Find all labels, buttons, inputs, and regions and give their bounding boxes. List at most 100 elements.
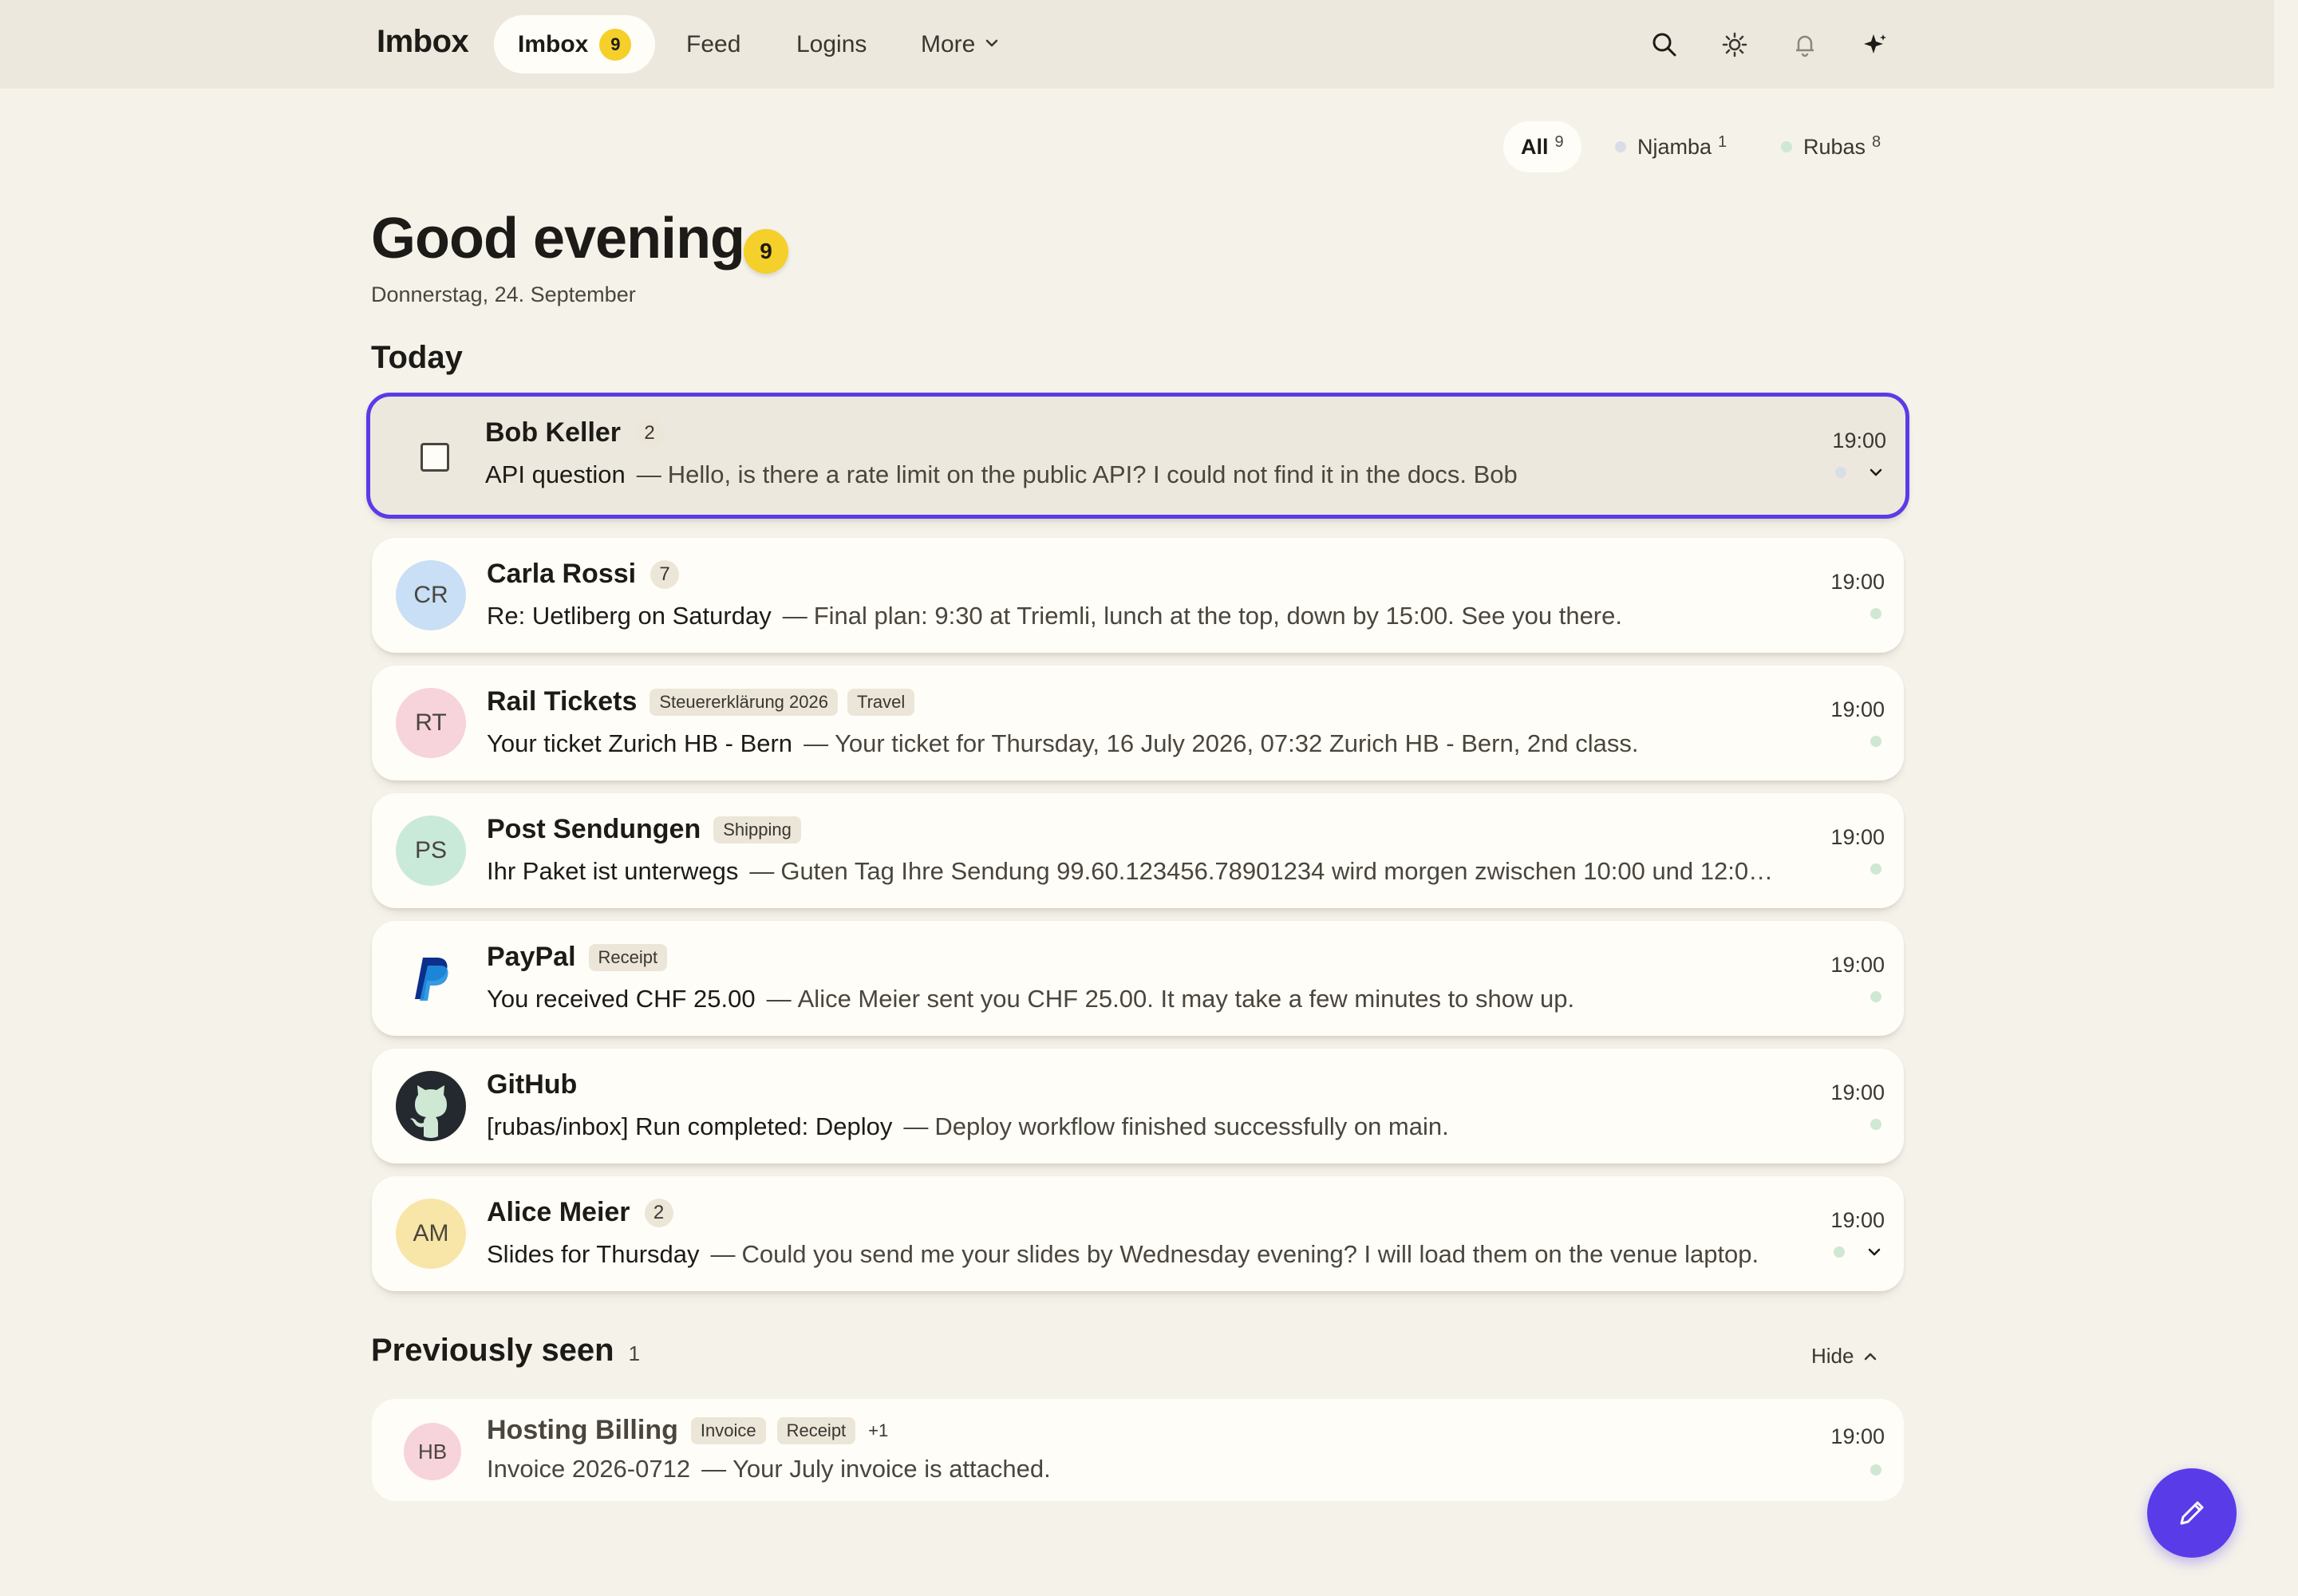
filter-all-count: 9 [1554, 132, 1564, 151]
filter-njamba-label: Njamba [1637, 134, 1712, 159]
email-snippet: Hello, is there a rate limit on the publ… [667, 460, 1518, 488]
email-snippet: Final plan: 9:30 at Triemli, lunch at th… [813, 602, 1622, 630]
email-preview: Your ticket Zurich HB - Bern — Your ticket… [487, 729, 1639, 757]
email-sender: Carla Rossi 7 [487, 559, 680, 590]
pencil-icon [2174, 1495, 2209, 1531]
email-snippet: Guten Tag Ihre Sendung 99.60.123456.7890… [780, 857, 1779, 885]
email-time: 19:00 [1830, 825, 1885, 849]
label-tag[interactable]: Shipping [713, 816, 801, 843]
email-time: 19:00 [1830, 570, 1885, 594]
sparkle-icon[interactable] [1858, 27, 1893, 62]
email-subject: [rubas/inbox] Run completed: Deploy [487, 1112, 893, 1140]
email-snippet: Deploy workflow finished successfully on… [934, 1112, 1449, 1140]
sender-name: Bob Keller [485, 417, 622, 448]
unread-badge: 9 [744, 229, 788, 274]
previously-seen-label: Previously seen [371, 1333, 614, 1368]
filter-njamba[interactable]: Njamba 1 [1597, 121, 1744, 172]
section-heading-previously-seen: Previously seen 1 [371, 1333, 640, 1369]
email-subject: Slides for Thursday [487, 1240, 700, 1268]
filter-all[interactable]: All 9 [1503, 121, 1581, 172]
email-row[interactable]: Bob Keller 2 API question — Hello, is ther… [366, 393, 1909, 519]
filter-rubas[interactable]: Rubas 8 [1763, 121, 1898, 172]
tab-feed-label: Feed [686, 30, 741, 57]
account-dot [1781, 141, 1792, 152]
email-subject: Invoice 2026-0712 [487, 1455, 691, 1483]
label-tag[interactable]: Steuererklärung 2026 [650, 688, 838, 716]
page-title: Good evening [371, 207, 745, 271]
email-preview: Re: Uetliberg on Saturday — Final plan: 9:… [487, 602, 1622, 630]
more-labels-count[interactable]: +1 [868, 1420, 888, 1441]
email-sender: Post Sendungen Shipping [487, 814, 801, 845]
avatar: CR [396, 560, 466, 630]
email-sender: PayPal Receipt [487, 942, 668, 973]
email-preview: Invoice 2026-0712— Your July invoice is a… [487, 1455, 1051, 1483]
account-dot [1870, 991, 1881, 1002]
account-dot [1870, 1119, 1881, 1130]
filter-all-label: All [1521, 134, 1549, 159]
search-icon[interactable] [1647, 27, 1682, 62]
email-row[interactable]: PS Post Sendungen Shipping Ihr Paket ist… [372, 793, 1904, 908]
email-sender: Rail Tickets Steuererklärung 2026 Travel [487, 686, 915, 717]
label-tag[interactable]: Receipt [776, 1416, 856, 1444]
chevron-down-icon [983, 31, 1001, 58]
compose-button[interactable] [2147, 1468, 2237, 1558]
email-time: 19:00 [1830, 1208, 1885, 1232]
bell-icon[interactable] [1787, 27, 1822, 62]
account-dot [1870, 608, 1881, 619]
avatar: AM [396, 1199, 466, 1269]
tab-more-label: More [921, 30, 976, 57]
email-row[interactable]: HB Hosting Billing Invoice Receipt +1 In… [372, 1399, 1904, 1501]
email-row[interactable]: PayPal Receipt You received CHF 25.00— Al… [372, 921, 1904, 1036]
tab-logins-label: Logins [796, 30, 867, 57]
avatar: PS [396, 816, 466, 886]
email-subject: Re: Uetliberg on Saturday [487, 602, 772, 630]
label-tag[interactable]: Receipt [588, 943, 668, 971]
avatar: RT [396, 688, 466, 758]
email-preview: Slides for Thursday — Could you send me yo… [487, 1240, 1759, 1268]
email-row[interactable]: CR Carla Rossi 7 Re: Uetliberg on Saturd… [372, 538, 1904, 653]
tab-more[interactable]: More [921, 15, 1001, 73]
tab-imbox[interactable]: Imbox 9 [494, 15, 656, 73]
thread-count: 2 [635, 418, 665, 448]
label-tag[interactable]: Invoice [690, 1416, 766, 1444]
account-dot [1834, 1246, 1845, 1258]
email-row[interactable]: GitHub [rubas/inbox] Run completed: Depl… [372, 1049, 1904, 1163]
chevron-down-icon[interactable] [1864, 460, 1888, 484]
github-logo [396, 1071, 466, 1141]
email-time: 19:00 [1830, 1080, 1885, 1104]
thread-count: 7 [650, 559, 680, 589]
email-sender: Bob Keller 2 [485, 417, 665, 448]
account-dot [1870, 1464, 1881, 1476]
email-sender: Hosting Billing Invoice Receipt +1 [487, 1415, 888, 1446]
email-subject: Ihr Paket ist unterwegs [487, 857, 739, 885]
email-row[interactable]: AM Alice Meier 2 Slides for Thursday — Cou… [372, 1176, 1904, 1291]
tab-feed[interactable]: Feed [686, 15, 740, 73]
account-dot [1615, 141, 1626, 152]
thread-count: 2 [644, 1198, 673, 1227]
email-time: 19:00 [1832, 429, 1886, 452]
account-dot [1835, 467, 1846, 478]
sender-name: Post Sendungen [487, 814, 701, 844]
chevron-down-icon[interactable] [1862, 1240, 1886, 1264]
select-checkbox[interactable] [421, 443, 449, 472]
hide-button-label: Hide [1811, 1344, 1854, 1368]
email-subject: Your ticket Zurich HB - Bern [487, 729, 793, 757]
email-snippet: Your July invoice is attached. [732, 1455, 1051, 1483]
filter-rubas-count: 8 [1872, 132, 1881, 151]
tab-logins[interactable]: Logins [796, 15, 867, 73]
imbox-unread-badge: 9 [599, 28, 632, 61]
sender-name: Hosting Billing [487, 1415, 678, 1445]
email-preview: You received CHF 25.00— Alice Meier sent … [487, 985, 1575, 1013]
email-sender: Alice Meier 2 [487, 1197, 673, 1228]
account-dot [1870, 863, 1881, 875]
label-tag[interactable]: Travel [847, 688, 915, 716]
email-preview: Ihr Paket ist unterwegs — Guten Tag Ihre S… [487, 857, 1779, 886]
paypal-logo [396, 943, 466, 1013]
theme-sun-icon[interactable] [1717, 27, 1752, 62]
avatar: HB [404, 1423, 461, 1480]
hide-button[interactable]: Hide [1811, 1344, 1879, 1369]
email-time: 19:00 [1830, 697, 1885, 721]
app-logo[interactable]: Imbox [377, 24, 469, 60]
date-label: Donnerstag, 24. September [371, 282, 636, 306]
email-row[interactable]: RT Rail Tickets Steuererklärung 2026 Tra… [372, 666, 1904, 780]
